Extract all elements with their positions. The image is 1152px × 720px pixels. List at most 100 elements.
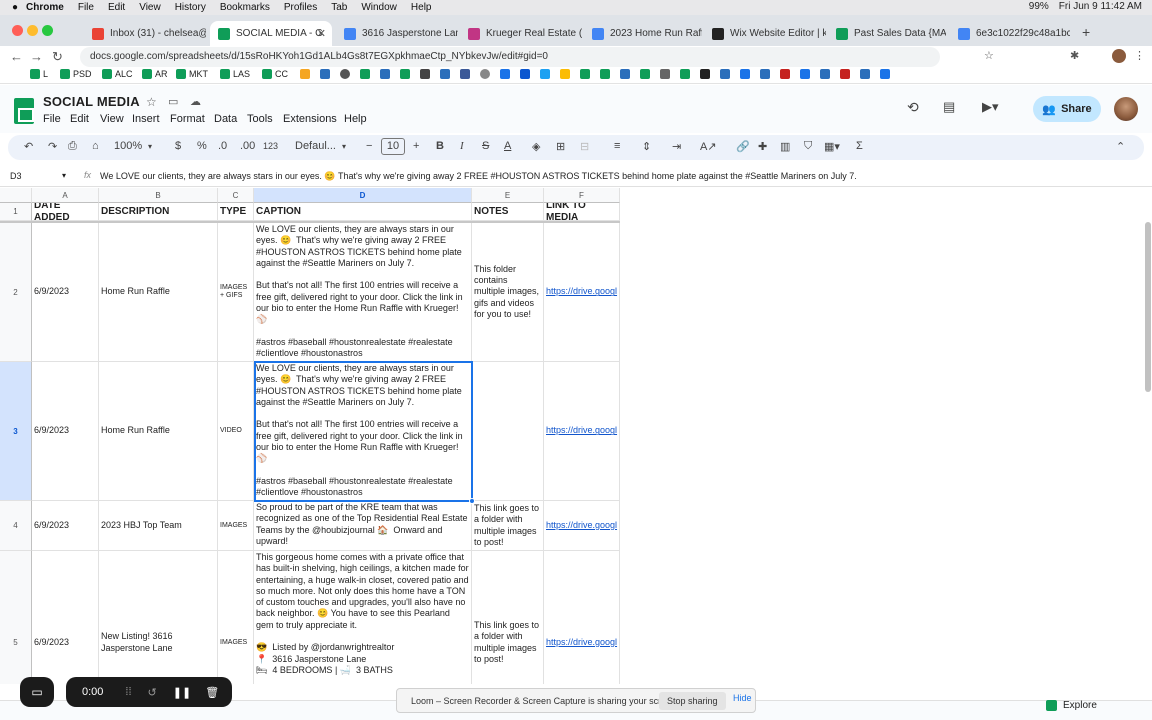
table-cell-link[interactable]: https://drive.googl — [544, 362, 620, 501]
collapse-toolbar-icon[interactable]: ⌃ — [1116, 140, 1125, 153]
menu-help[interactable]: Help — [344, 113, 367, 125]
undo-icon[interactable]: ↶ — [24, 140, 33, 153]
bookmark-alc[interactable]: ALC — [102, 69, 133, 79]
mac-menu-window[interactable]: Window — [361, 2, 397, 13]
hide-button[interactable]: Hide — [733, 693, 752, 703]
table-cell-description[interactable]: Home Run Raffle — [99, 362, 218, 501]
table-cell-date[interactable]: 6/9/2023 — [32, 223, 99, 362]
row-header-4[interactable]: 4 — [0, 501, 32, 551]
column-header-c[interactable]: C — [218, 188, 254, 203]
document-title[interactable]: SOCIAL MEDIA — [43, 94, 140, 109]
table-cell-notes[interactable]: This link goes to a folder with multiple… — [472, 501, 544, 551]
zoom-select[interactable]: 100% — [114, 140, 142, 152]
table-cell-description[interactable]: 2023 HBJ Top Team — [99, 501, 218, 551]
merge-cells-icon[interactable]: ⊟ — [580, 140, 589, 153]
text-wrap-icon[interactable]: ⇥ — [672, 140, 681, 153]
vertical-scrollbar[interactable] — [1145, 222, 1151, 392]
header-date-added[interactable]: DATE ADDED — [32, 203, 99, 221]
mac-menu-file[interactable]: File — [78, 2, 94, 13]
table-cell-notes[interactable]: This folder contains multiple images, gi… — [472, 223, 544, 362]
table-cell-date[interactable]: 6/9/2023 — [32, 362, 99, 501]
bookmark-ar[interactable]: AR — [142, 69, 168, 79]
mac-menu-edit[interactable]: Edit — [108, 2, 125, 13]
move-folder-icon[interactable]: ▭ — [168, 95, 178, 108]
table-cell-type[interactable]: IMAGES — [218, 551, 254, 684]
sheets-logo-icon[interactable] — [14, 98, 34, 124]
draw-icon[interactable]: ⁞⁞ — [125, 686, 131, 698]
functions-button[interactable]: Σ — [856, 140, 863, 152]
table-cell-caption[interactable]: We LOVE our clients, they are always sta… — [254, 223, 472, 362]
zoom-window-button[interactable] — [42, 25, 53, 36]
column-header-f[interactable]: F — [544, 188, 620, 203]
minimize-window-button[interactable] — [27, 25, 38, 36]
cloud-status-icon[interactable]: ☁ — [190, 95, 201, 108]
tab-past-sales[interactable]: Past Sales Data {MAIN — [828, 21, 946, 46]
table-cell-date[interactable]: 6/9/2023 — [32, 551, 99, 684]
header-type[interactable]: TYPE — [218, 203, 254, 221]
horizontal-align-icon[interactable]: ≡ — [614, 140, 620, 152]
app-menu-chrome[interactable]: Chrome — [26, 2, 64, 13]
chevron-down-icon[interactable]: ▾ — [62, 171, 66, 180]
menu-data[interactable]: Data — [214, 113, 237, 125]
mac-menu-tab[interactable]: Tab — [331, 2, 347, 13]
chevron-down-icon[interactable]: ▾ — [148, 142, 152, 151]
bookmark-l[interactable]: L — [30, 69, 48, 79]
table-cell-link[interactable]: https://drive.googl — [544, 501, 620, 551]
vertical-align-icon[interactable]: ⇕ — [642, 140, 651, 153]
bookmark-cc[interactable]: CC — [262, 69, 288, 79]
loom-camera-button[interactable]: ▭ — [20, 677, 54, 707]
menu-file[interactable]: File — [43, 113, 61, 125]
chart-icon[interactable]: ▥ — [780, 140, 790, 153]
font-family-select[interactable]: Defaul... — [295, 140, 336, 152]
reload-icon[interactable]: ↻ — [52, 49, 63, 65]
tab-drive-file[interactable]: 6e3c1022f29c48a1bc — [950, 21, 1070, 46]
fill-color-icon[interactable]: ◈ — [532, 140, 540, 153]
table-cell-type[interactable]: VIDEO — [218, 362, 254, 501]
chevron-down-icon[interactable]: ▾ — [342, 142, 346, 151]
table-cell-caption-selected[interactable]: We LOVE our clients, they are always sta… — [254, 362, 472, 501]
media-link[interactable]: https://drive.googl — [546, 286, 617, 297]
header-link-to-media[interactable]: LINK TO MEDIA — [544, 203, 620, 221]
pause-icon[interactable]: ❚❚ — [173, 686, 191, 699]
bookmark-mkt[interactable]: MKT — [176, 69, 208, 79]
tab-social-media[interactable]: SOCIAL MEDIA - G ✕ — [210, 21, 332, 46]
frozen-row-divider[interactable] — [0, 221, 620, 223]
table-cell-caption[interactable]: So proud to be part of the KRE team that… — [254, 501, 472, 551]
decrease-decimal-button[interactable]: .0 — [218, 140, 227, 152]
trash-icon[interactable]: 🗑 — [205, 686, 219, 699]
row-header-2[interactable]: 2 — [0, 223, 32, 362]
comments-icon[interactable]: ▤ — [943, 99, 955, 115]
tab-home-run-raffle[interactable]: 2023 Home Run Raffle — [584, 21, 702, 46]
comment-icon[interactable]: ✚ — [758, 140, 767, 153]
star-icon[interactable]: ☆ — [146, 95, 157, 109]
table-cell-notes[interactable] — [472, 362, 544, 501]
increase-font-size-button[interactable]: + — [413, 140, 419, 152]
print-icon[interactable]: ⎙ — [68, 140, 77, 153]
table-cell-description[interactable]: Home Run Raffle — [99, 223, 218, 362]
bold-button[interactable]: B — [436, 140, 444, 152]
media-link[interactable]: https://drive.googl — [546, 425, 617, 436]
table-cell-date[interactable]: 6/9/2023 — [32, 501, 99, 551]
mac-menu-help[interactable]: Help — [411, 2, 432, 13]
number-format-button[interactable]: 123 — [263, 141, 278, 151]
bookmark-icons-strip[interactable] — [300, 69, 890, 79]
link-icon[interactable]: 🔗 — [736, 140, 750, 153]
table-cell-type[interactable]: IMAGES — [218, 501, 254, 551]
close-tab-icon[interactable]: ✕ — [317, 27, 326, 40]
italic-button[interactable]: I — [460, 140, 464, 152]
bookmark-star-icon[interactable]: ☆ — [984, 49, 994, 62]
column-header-b[interactable]: B — [99, 188, 218, 203]
share-button[interactable]: 👥 Share — [1033, 96, 1101, 122]
url-bar[interactable]: docs.google.com/spreadsheets/d/15sRoHKYo… — [80, 47, 940, 67]
table-cell-link[interactable]: https://drive.googl — [544, 551, 620, 684]
meet-icon[interactable]: ▶▾ — [982, 99, 999, 115]
filter-icon[interactable]: ⛉ — [804, 140, 812, 153]
mac-menu-bookmarks[interactable]: Bookmarks — [220, 2, 270, 13]
restart-icon[interactable]: ↺ — [148, 686, 157, 699]
redo-icon[interactable]: ↷ — [48, 140, 57, 153]
forward-icon[interactable]: → — [30, 49, 43, 64]
media-link[interactable]: https://drive.googl — [546, 637, 617, 648]
decrease-font-size-button[interactable]: − — [366, 140, 372, 152]
menu-format[interactable]: Format — [170, 113, 205, 125]
menu-edit[interactable]: Edit — [70, 113, 89, 125]
